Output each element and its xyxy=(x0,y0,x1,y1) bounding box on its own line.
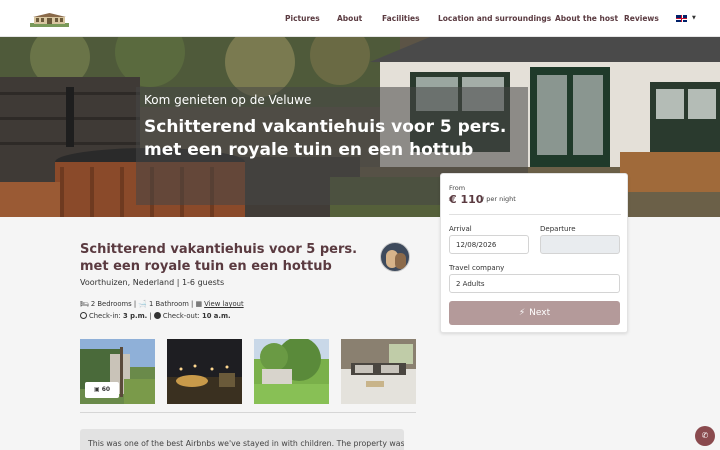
lightning-icon: ⚡ xyxy=(518,308,526,318)
price-per-night: / per night xyxy=(482,195,516,203)
gallery-photo-2[interactable] xyxy=(167,339,242,404)
nav-item-location[interactable]: Location and surroundings xyxy=(438,14,551,23)
nav-item-reviews[interactable]: Reviews xyxy=(624,14,659,23)
price-value: € 110 xyxy=(449,193,484,206)
hero-subtitle: Kom genieten op de Veluwe xyxy=(144,93,312,107)
bed-icon: 🛏 xyxy=(80,300,89,308)
images-icon: ▣ xyxy=(93,386,102,393)
whatsapp-icon[interactable]: ✆ xyxy=(695,426,715,446)
view-layout-link[interactable]: View layout xyxy=(204,300,244,308)
clock-icon xyxy=(80,312,87,319)
travel-company-select[interactable]: 2 Adults xyxy=(449,274,620,293)
checkin-label: Check-in: xyxy=(89,312,121,320)
gallery-photo-4[interactable] xyxy=(341,339,416,404)
nav-links: Pictures About Facilities Location and s… xyxy=(0,14,720,26)
gallery-photo-3[interactable] xyxy=(254,339,329,404)
nav-item-facilities[interactable]: Facilities xyxy=(382,14,420,23)
checkout-time: 10 a.m. xyxy=(201,312,231,320)
host-avatar[interactable] xyxy=(380,242,410,272)
arrival-date-input[interactable]: 12/08/2026 xyxy=(449,235,529,254)
listing-title: Schitterend vakantiehuis voor 5 pers. me… xyxy=(80,242,358,274)
departure-label: Departure xyxy=(540,225,576,233)
uk-flag-icon[interactable] xyxy=(676,15,687,22)
checkin-checkout-row: Check-in: 3 p.m. | Check-out: 10 a.m. xyxy=(80,312,231,320)
nav-item-about-host[interactable]: About the host xyxy=(555,14,618,23)
hero-title: Schitterend vakantiehuis voor 5 pers. me… xyxy=(144,117,507,160)
bedrooms-text: 2 Bedrooms xyxy=(90,300,132,308)
nav-item-pictures[interactable]: Pictures xyxy=(285,14,320,23)
bathrooms-text: 1 Bathroom xyxy=(149,300,189,308)
next-button-label: Next xyxy=(529,308,551,318)
bath-icon: 🛁 xyxy=(138,300,148,308)
clock-filled-icon xyxy=(153,312,161,319)
checkout-label: Check-out: xyxy=(162,312,200,320)
photo-count-badge[interactable]: ▣ 60 xyxy=(85,382,119,398)
photo-count-value: 60 xyxy=(101,386,111,393)
checkin-time: 3 p.m. xyxy=(123,312,148,320)
chevron-down-icon[interactable]: ▼ xyxy=(692,15,696,21)
divider xyxy=(80,412,416,413)
next-button[interactable]: ⚡ Next xyxy=(449,301,620,325)
booking-card: From € 110 / per night Arrival 12/08/202… xyxy=(440,173,628,333)
review-quote: This was one of the best Airbnbs we've s… xyxy=(80,429,404,450)
arrival-label: Arrival xyxy=(449,225,472,233)
grid-icon: ▦ xyxy=(195,300,203,308)
divider xyxy=(449,214,621,215)
amenities-row: 🛏 2 Bedrooms | 🛁 1 Bathroom | ▦ View layout xyxy=(80,300,244,308)
price-from-label: From xyxy=(449,184,466,192)
travel-company-label: Travel company xyxy=(449,264,505,272)
top-navbar: Pictures About Facilities Location and s… xyxy=(0,0,720,37)
nav-item-about[interactable]: About xyxy=(337,14,362,23)
listing-location: Voorthuizen, Nederland | 1-6 guests xyxy=(80,278,225,287)
departure-date-input[interactable] xyxy=(540,235,620,254)
